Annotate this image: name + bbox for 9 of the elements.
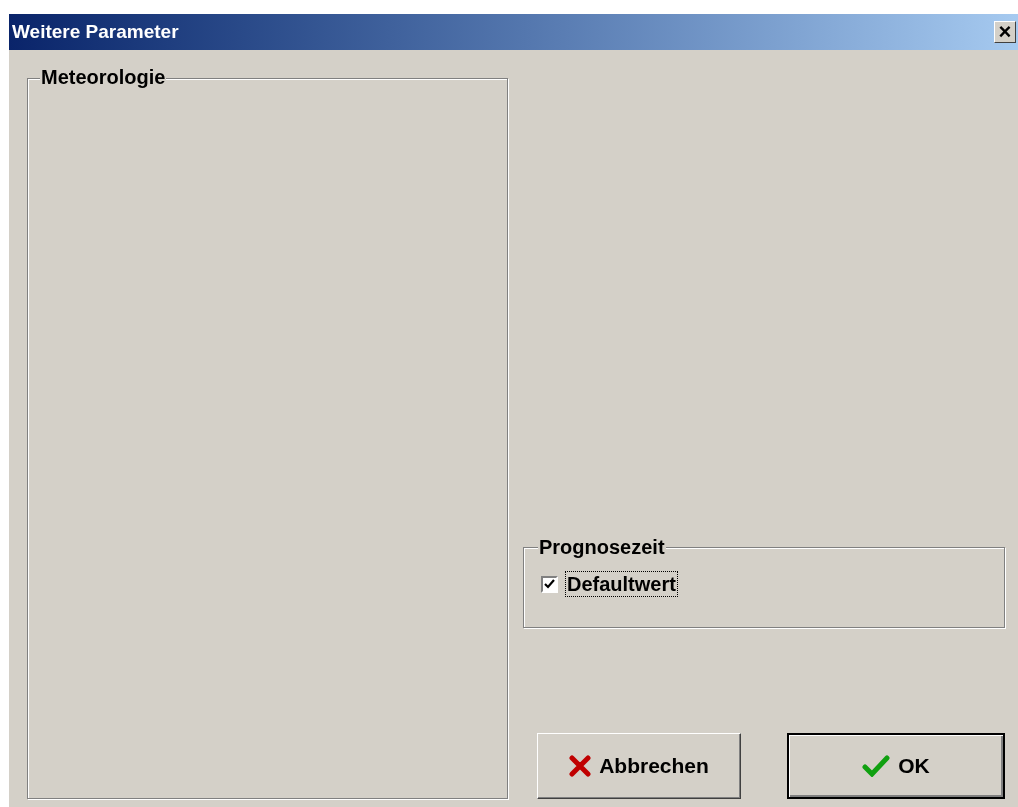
- checkbox-label[interactable]: Defaultwert: [566, 572, 677, 596]
- checkmark-icon: [544, 579, 555, 589]
- cross-icon: [569, 755, 592, 777]
- close-button[interactable]: ×: [994, 21, 1016, 43]
- window-title: Weitere Parameter: [12, 19, 179, 44]
- cancel-button[interactable]: Abbrechen: [537, 733, 741, 799]
- ok-button[interactable]: OK: [787, 733, 1005, 799]
- checkbox[interactable]: [541, 575, 558, 593]
- checkmark-icon: [862, 755, 891, 777]
